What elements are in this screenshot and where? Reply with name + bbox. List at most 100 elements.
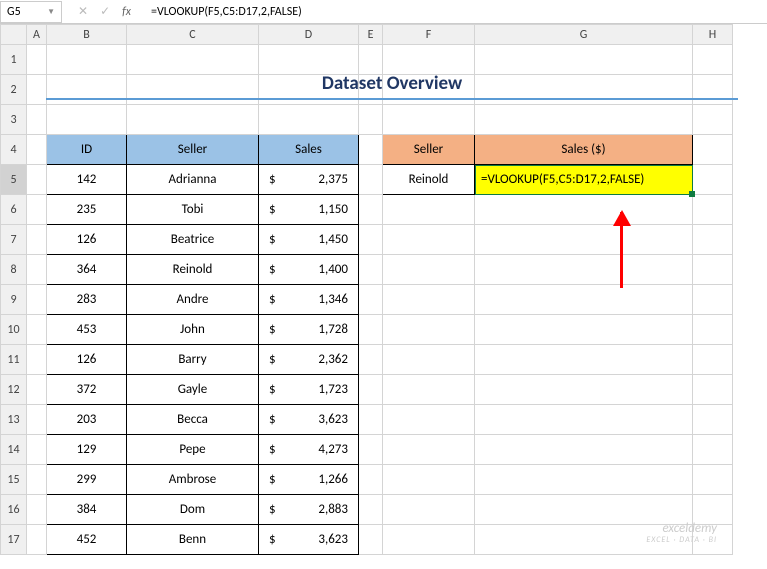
- seller-cell[interactable]: Becca: [127, 405, 259, 435]
- cancel-icon[interactable]: ✕: [78, 4, 88, 19]
- sales-cell[interactable]: $1,400: [259, 255, 359, 285]
- cell[interactable]: [259, 105, 359, 135]
- row-header[interactable]: 13: [1, 405, 27, 435]
- cell[interactable]: [359, 225, 383, 255]
- cell[interactable]: [27, 225, 47, 255]
- cell[interactable]: [693, 315, 733, 345]
- seller-cell[interactable]: Barry: [127, 345, 259, 375]
- chevron-down-icon[interactable]: ▼: [47, 7, 55, 17]
- fx-icon[interactable]: fx: [122, 5, 131, 19]
- cell[interactable]: [475, 195, 693, 225]
- cell[interactable]: [383, 225, 475, 255]
- cell[interactable]: [475, 315, 693, 345]
- cell[interactable]: [383, 315, 475, 345]
- cell[interactable]: [475, 285, 693, 315]
- cell[interactable]: [383, 525, 475, 555]
- cell[interactable]: [693, 255, 733, 285]
- seller-cell[interactable]: Tobi: [127, 195, 259, 225]
- cell[interactable]: [383, 495, 475, 525]
- cell[interactable]: [359, 525, 383, 555]
- cell[interactable]: [383, 105, 475, 135]
- id-cell[interactable]: 372: [47, 375, 127, 405]
- sales-cell[interactable]: $2,362: [259, 345, 359, 375]
- cell[interactable]: [47, 45, 127, 75]
- cell[interactable]: [383, 285, 475, 315]
- cell[interactable]: [27, 45, 47, 75]
- seller-cell[interactable]: Dom: [127, 495, 259, 525]
- grid[interactable]: A B C D E F G H 1234IDSellerSalesSellerS…: [0, 24, 733, 555]
- id-cell[interactable]: 364: [47, 255, 127, 285]
- cell[interactable]: [127, 45, 259, 75]
- lookup-value-cell[interactable]: Reinold: [383, 165, 475, 195]
- select-all-corner[interactable]: [1, 25, 27, 45]
- cell[interactable]: [27, 75, 47, 105]
- col-header-E[interactable]: E: [359, 25, 383, 45]
- cell[interactable]: [359, 105, 383, 135]
- cell[interactable]: [27, 105, 47, 135]
- cell[interactable]: [27, 285, 47, 315]
- cell[interactable]: [27, 195, 47, 225]
- id-cell[interactable]: 299: [47, 465, 127, 495]
- cell[interactable]: [359, 255, 383, 285]
- cell[interactable]: [475, 435, 693, 465]
- row-header[interactable]: 17: [1, 525, 27, 555]
- col-header-C[interactable]: C: [127, 25, 259, 45]
- row-header[interactable]: 3: [1, 105, 27, 135]
- cell[interactable]: [27, 375, 47, 405]
- lookup-header-seller[interactable]: Seller: [383, 135, 475, 165]
- row-header[interactable]: 2: [1, 75, 27, 105]
- id-cell[interactable]: 126: [47, 345, 127, 375]
- sales-cell[interactable]: $1,450: [259, 225, 359, 255]
- cell[interactable]: [383, 195, 475, 225]
- id-cell[interactable]: 384: [47, 495, 127, 525]
- row-header[interactable]: 16: [1, 495, 27, 525]
- cell[interactable]: [475, 105, 693, 135]
- cell[interactable]: [359, 375, 383, 405]
- seller-cell[interactable]: Adrianna: [127, 165, 259, 195]
- seller-cell[interactable]: Andre: [127, 285, 259, 315]
- seller-cell[interactable]: Beatrice: [127, 225, 259, 255]
- col-header-F[interactable]: F: [383, 25, 475, 45]
- cell[interactable]: [359, 135, 383, 165]
- cell[interactable]: [383, 45, 475, 75]
- id-cell[interactable]: 129: [47, 435, 127, 465]
- cell[interactable]: [359, 495, 383, 525]
- cell[interactable]: [359, 465, 383, 495]
- cell[interactable]: [693, 375, 733, 405]
- cell[interactable]: [359, 435, 383, 465]
- cell[interactable]: [359, 405, 383, 435]
- cell[interactable]: [359, 315, 383, 345]
- cell[interactable]: [475, 255, 693, 285]
- cell[interactable]: [27, 495, 47, 525]
- sales-cell[interactable]: $4,273: [259, 435, 359, 465]
- col-header-B[interactable]: B: [47, 25, 127, 45]
- cell[interactable]: [693, 525, 733, 555]
- row-header[interactable]: 4: [1, 135, 27, 165]
- id-cell[interactable]: 142: [47, 165, 127, 195]
- row-header[interactable]: 10: [1, 315, 27, 345]
- seller-cell[interactable]: Pepe: [127, 435, 259, 465]
- cell[interactable]: [693, 435, 733, 465]
- row-header[interactable]: 5: [1, 165, 27, 195]
- row-header[interactable]: 14: [1, 435, 27, 465]
- seller-cell[interactable]: Ambrose: [127, 465, 259, 495]
- cell[interactable]: [475, 405, 693, 435]
- cell[interactable]: [27, 465, 47, 495]
- cell[interactable]: [27, 135, 47, 165]
- sales-cell[interactable]: $1,266: [259, 465, 359, 495]
- cell[interactable]: [27, 525, 47, 555]
- cell[interactable]: [259, 45, 359, 75]
- cell[interactable]: [693, 465, 733, 495]
- row-header[interactable]: 12: [1, 375, 27, 405]
- cell[interactable]: [383, 435, 475, 465]
- header-sales[interactable]: Sales: [259, 135, 359, 165]
- sales-cell[interactable]: $1,346: [259, 285, 359, 315]
- cell[interactable]: [27, 315, 47, 345]
- cell[interactable]: [27, 405, 47, 435]
- cell[interactable]: [693, 225, 733, 255]
- cell[interactable]: [383, 255, 475, 285]
- seller-cell[interactable]: Reinold: [127, 255, 259, 285]
- cell[interactable]: [27, 165, 47, 195]
- sales-cell[interactable]: $2,375: [259, 165, 359, 195]
- cell[interactable]: [383, 405, 475, 435]
